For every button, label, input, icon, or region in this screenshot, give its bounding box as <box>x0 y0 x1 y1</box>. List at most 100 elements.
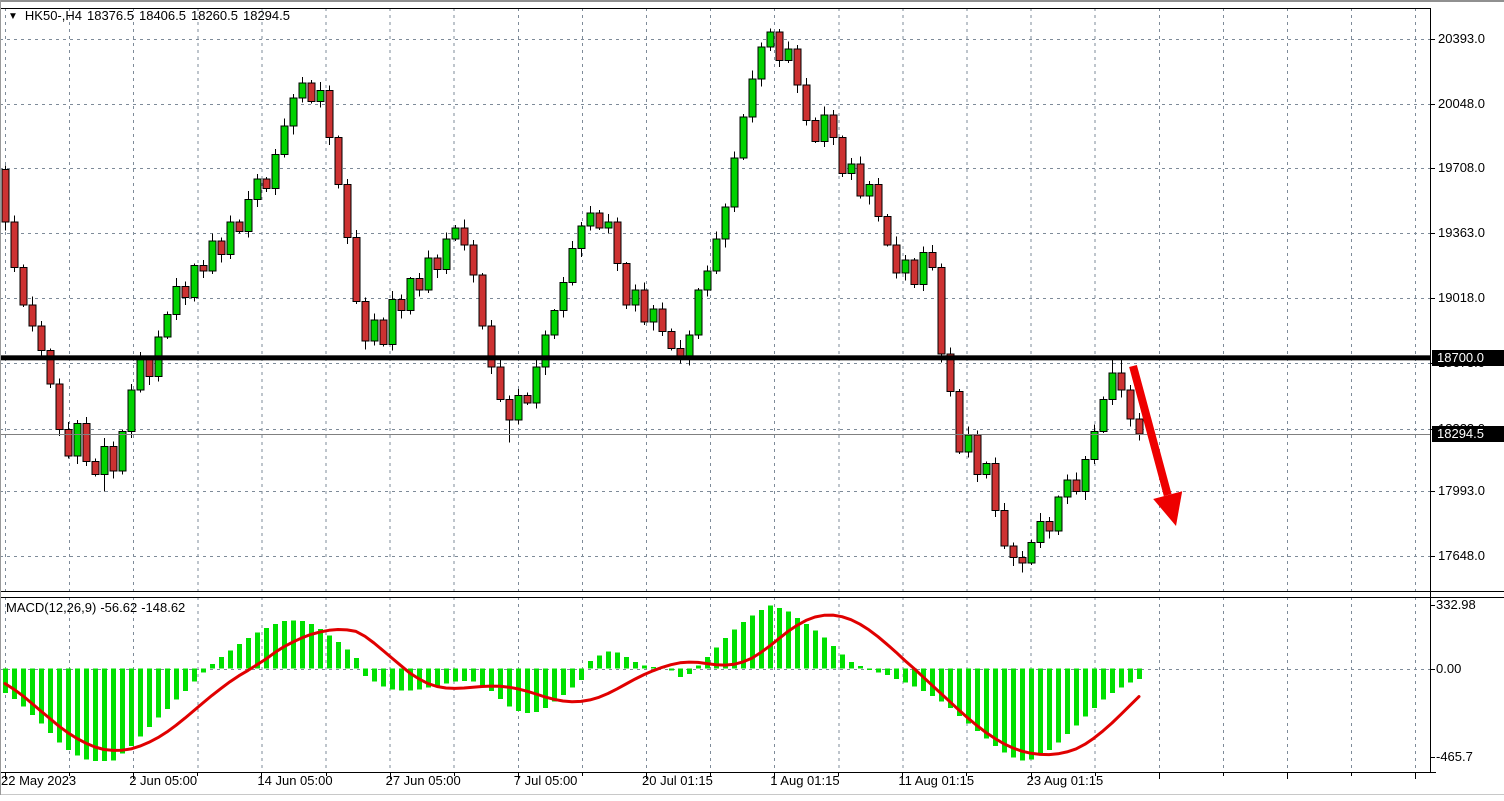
bear-candle <box>218 241 225 254</box>
macd-bar <box>894 669 899 679</box>
bear-candle <box>668 331 675 348</box>
macd-bar <box>471 669 476 682</box>
resistance-line-object[interactable] <box>0 355 1430 360</box>
collapse-triangle-icon[interactable]: ▼ <box>8 11 18 22</box>
macd-bar <box>579 669 584 680</box>
bull-candle <box>560 283 567 311</box>
macd-bar <box>165 669 170 710</box>
time-axis-label: 2 Jun 05:00 <box>129 774 197 788</box>
macd-bar <box>615 652 620 668</box>
macd-bar <box>273 624 278 668</box>
macd-bar <box>1083 669 1088 717</box>
bull-candle <box>371 320 378 341</box>
bear-candle <box>263 179 270 188</box>
bull-candle <box>767 32 774 47</box>
bear-candle <box>992 463 999 510</box>
bull-candle <box>1109 373 1116 399</box>
chart-plot-area[interactable] <box>0 0 1504 801</box>
macd-bar <box>651 667 656 669</box>
bull-candle <box>254 179 261 200</box>
macd-bar <box>174 669 179 700</box>
macd-bar <box>138 669 143 737</box>
macd-bar <box>246 638 251 668</box>
arrow-head <box>1153 491 1182 526</box>
bear-candle <box>461 228 468 245</box>
bear-candle <box>65 429 72 455</box>
macd-bar <box>561 669 566 695</box>
bear-candle <box>56 384 63 429</box>
bull-candle <box>551 311 558 335</box>
macd-bar <box>498 669 503 699</box>
macd-bar <box>354 658 359 668</box>
bear-candle <box>326 90 333 137</box>
macd-histogram <box>3 605 1142 761</box>
macd-bar <box>885 669 890 676</box>
time-axis-label: 14 Jun 05:00 <box>257 774 332 788</box>
bear-candle <box>110 446 117 470</box>
bull-candle <box>965 435 972 452</box>
chart-header: ▼HK50-,H418376.518406.518260.518294.5 <box>8 8 295 23</box>
bear-candle <box>911 260 918 284</box>
macd-bar <box>822 637 827 668</box>
bear-candle <box>200 266 207 272</box>
macd-axis-label: 332.98 <box>1436 598 1476 612</box>
price-axis-label: 17648.0 <box>1438 549 1485 563</box>
macd-bar <box>786 612 791 669</box>
macd-signal-value: -148.62 <box>141 600 185 615</box>
bull-candle <box>209 241 216 271</box>
price-axis-label: 19363.0 <box>1438 226 1485 240</box>
window-bottom-edge <box>0 794 1504 795</box>
macd-bar <box>345 650 350 669</box>
bear-candle <box>1073 480 1080 491</box>
bear-candle <box>596 213 603 228</box>
macd-axis-label: -465.7 <box>1436 750 1473 764</box>
macd-bar <box>1101 669 1106 700</box>
bull-candle <box>1037 522 1044 543</box>
bear-candle <box>623 264 630 305</box>
bull-candle <box>722 207 729 239</box>
macd-bar <box>30 669 35 715</box>
bull-candle <box>164 315 171 338</box>
macd-bar <box>57 669 62 743</box>
macd-bar <box>678 669 683 678</box>
bear-candle <box>335 137 342 184</box>
bear-candle <box>614 222 621 263</box>
bear-candle <box>1019 557 1026 563</box>
macd-bar <box>147 669 152 728</box>
bear-candle <box>146 360 153 377</box>
time-axis-label: 7 Jul 05:00 <box>514 774 578 788</box>
window-left-edge <box>0 0 1 795</box>
window-top-edge <box>0 0 1504 2</box>
bear-candle <box>1136 419 1143 434</box>
macd-bar <box>993 669 998 747</box>
bear-candle <box>776 32 783 60</box>
macd-bar <box>543 669 548 709</box>
macd-bar <box>3 669 8 694</box>
macd-bar <box>183 669 188 692</box>
macd-bar <box>156 669 161 718</box>
macd-bar <box>1047 669 1052 750</box>
symbol-period-label: HK50-,H4 <box>25 8 82 23</box>
trend-arrow-object[interactable] <box>1133 366 1182 526</box>
bear-candle <box>182 286 189 297</box>
bull-candle <box>587 213 594 226</box>
bull-candle <box>389 299 396 344</box>
bear-candle <box>38 326 45 350</box>
bear-candle <box>839 137 846 173</box>
macd-bar <box>1002 669 1007 753</box>
bear-candle <box>1001 510 1008 546</box>
bull-candle <box>272 154 279 188</box>
macd-bar <box>552 669 557 702</box>
bear-candle <box>353 237 360 301</box>
macd-bar <box>75 669 80 756</box>
bear-candle <box>884 217 891 245</box>
bull-candle <box>191 266 198 298</box>
ohlc-close: 18294.5 <box>243 8 290 23</box>
macd-bar <box>813 631 818 669</box>
macd-bar <box>444 669 449 684</box>
bull-candle <box>299 83 306 98</box>
macd-bar <box>489 669 494 692</box>
bull-candle <box>443 239 450 269</box>
macd-bar <box>1056 669 1061 743</box>
macd-bar <box>372 669 377 682</box>
